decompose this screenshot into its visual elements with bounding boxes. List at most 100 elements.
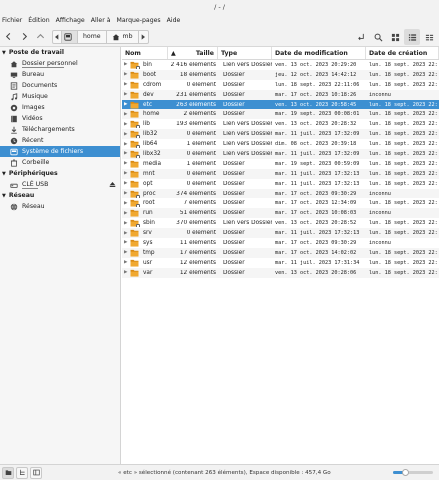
sidebar-item-recent[interactable]: Récent [0, 135, 120, 146]
breadcrumb-user[interactable]: mb [106, 29, 139, 44]
sidebar-item-music[interactable]: Musique [0, 91, 120, 102]
file-name-cell: ▶ etc [122, 101, 168, 109]
table-row[interactable]: ▶ media 1 élément Dossier mar. 19 sept. 2023… [122, 159, 439, 169]
table-row[interactable]: ▶ boot 18 éléments Dossier jeu. 12 oct. 2023… [122, 69, 439, 80]
sidebar-item-videos[interactable]: Vidéos [0, 113, 120, 124]
compact-view-button[interactable] [421, 29, 437, 45]
table-row[interactable]: ▶ root 7 éléments Dossier mar. 17 oct. 2023 … [122, 198, 439, 208]
sidebar-item-network[interactable]: Réseau [0, 201, 120, 212]
eject-icon[interactable] [109, 181, 116, 190]
table-row[interactable]: ▶ run 51 éléments Dossier mar. 17 oct. 2023 … [122, 208, 439, 219]
list-view-button[interactable] [404, 29, 420, 45]
zoom-slider-handle[interactable] [401, 469, 409, 476]
table-row[interactable]: ▶ sbin 370 éléments Lien vers Dossier ven. 1… [122, 218, 439, 228]
up-button[interactable] [32, 29, 48, 45]
folder-icon [130, 170, 139, 178]
file-name-cell: ▶ var [122, 269, 168, 277]
sidebar-item-label: CLÉ USB [22, 181, 49, 188]
table-row[interactable]: ▶ proc 374 éléments Dossier mar. 17 oct. 202… [122, 188, 439, 199]
sidebar-item-pictures[interactable]: Images [0, 102, 120, 113]
hide-sidebar-button[interactable] [30, 466, 42, 479]
file-type: Dossier [223, 111, 245, 118]
sidebar-section-computer[interactable]: ▼ Poste de travail [0, 47, 120, 58]
breadcrumb-home-label: home [83, 33, 101, 40]
table-row[interactable]: ▶ sys 11 éléments Dossier mar. 17 oct. 2023 … [122, 238, 439, 248]
table-row[interactable]: ▶ lib 193 éléments Lien vers Dossier ven. 13… [122, 119, 439, 129]
icon-view-button[interactable] [387, 29, 403, 45]
breadcrumb-home[interactable]: home [78, 29, 107, 44]
file-created: lun. 18 sept. 2023 22: [369, 180, 438, 187]
table-row[interactable]: ▶ srv 0 élément Dossier mar. 11 juil. 2023 1… [122, 228, 439, 239]
table-row[interactable]: ▶ home 2 éléments Dossier mar. 19 sept. 2023… [122, 109, 439, 120]
menu-marque-pages[interactable]: Marque-pages [117, 17, 161, 24]
column-size[interactable]: ▲ Taille [168, 47, 218, 59]
breadcrumb-scroll-right[interactable] [138, 29, 149, 44]
sidebar-item-trash[interactable]: Corbeille [0, 157, 120, 168]
zoom-slider[interactable] [393, 469, 433, 476]
column-name[interactable]: Nom [122, 47, 168, 59]
folder-icon [130, 209, 139, 217]
breadcrumb-scroll-left[interactable] [52, 29, 62, 44]
file-name: dev [143, 91, 154, 98]
file-name: var [143, 269, 153, 276]
file-size: 0 élément [186, 170, 216, 177]
sidebar-item-usb[interactable]: CLÉ USB [0, 179, 120, 190]
column-modified[interactable]: Date de modification [272, 47, 366, 59]
file-type: Dossier [223, 259, 245, 266]
file-type: Dossier [223, 180, 245, 187]
file-type: Lien vers Dossier [223, 150, 272, 157]
sidebar-section-devices[interactable]: ▼ Périphériques [0, 168, 120, 179]
file-name-cell: ▶ media [122, 160, 168, 168]
search-button[interactable] [370, 29, 386, 45]
menu-fichier[interactable]: Fichier [2, 17, 22, 24]
table-row[interactable]: ▶ lib32 0 élément Lien vers Dossier mar. 11 … [122, 129, 439, 140]
file-created: lun. 18 sept. 2023 22: [369, 160, 438, 167]
table-row[interactable]: ▶ tmp 17 éléments Dossier mar. 17 oct. 2023 … [122, 247, 439, 258]
list-icon [408, 33, 416, 41]
table-row[interactable]: ▶ lib64 1 élément Lien vers Dossier dim. 08 … [122, 139, 439, 149]
sidebar-item-home[interactable]: Dossier personnel [0, 58, 120, 69]
table-row[interactable]: ▶ usr 12 éléments Dossier mar. 11 juil. 2023… [122, 258, 439, 268]
file-type: Dossier [223, 249, 245, 256]
file-name: run [143, 210, 153, 217]
folder-icon [130, 239, 139, 247]
forward-button[interactable] [16, 29, 32, 45]
table-row[interactable]: ▶ etc 263 éléments Dossier ven. 13 oct. 2023… [122, 99, 439, 110]
file-type: Lien vers Dossier [223, 61, 272, 68]
table-row[interactable]: ▶ dev 231 éléments Dossier mar. 17 oct. 2023… [122, 89, 439, 100]
column-created[interactable]: Date de création [366, 47, 439, 59]
column-type[interactable]: Type [218, 47, 272, 59]
show-places-button[interactable] [2, 466, 14, 479]
recent-icon [9, 136, 18, 145]
table-row[interactable]: ▶ libx32 0 élément Lien vers Dossier mar. 11… [122, 149, 439, 159]
breadcrumb-root[interactable] [62, 29, 78, 44]
documents-icon [9, 81, 18, 90]
menu-edition[interactable]: Édition [28, 17, 49, 24]
toggle-location-button[interactable] [353, 29, 369, 45]
file-name-cell: ▶ tmp [122, 249, 168, 257]
menu-affichage[interactable]: Affichage [56, 17, 85, 24]
sidebar-section-network[interactable]: ▼ Réseau [0, 190, 120, 201]
show-tree-button[interactable] [16, 466, 28, 479]
file-modified: mar. 17 oct. 2023 10:18:26 [275, 91, 357, 98]
sidebar-item-desktop[interactable]: Bureau [0, 69, 120, 80]
compact-list-icon [425, 34, 433, 40]
table-row[interactable]: ▶ cdrom 0 élément Dossier lun. 18 sept. 2023… [122, 80, 439, 90]
sidebar-item-documents[interactable]: Documents [0, 80, 120, 91]
symlink-badge-icon [136, 145, 140, 149]
menu-aller-a[interactable]: Aller à [91, 17, 111, 24]
file-created: inconnu [369, 210, 391, 217]
menu-aide[interactable]: Aide [167, 17, 181, 24]
file-type: Dossier [223, 81, 245, 88]
table-row[interactable]: ▶ mnt 0 élément Dossier mar. 11 juil. 2023 1… [122, 168, 439, 179]
sidebar-item-filesystem[interactable]: Système de fichiers [0, 146, 120, 157]
back-button[interactable] [0, 29, 16, 45]
sidebar-item-downloads[interactable]: Téléchargements [0, 124, 120, 135]
table-row[interactable]: ▶ var 12 éléments Dossier ven. 13 oct. 2023 … [122, 267, 439, 278]
folder-icon [130, 259, 139, 267]
table-row[interactable]: ▶ opt 0 élément Dossier mar. 11 juil. 2023 1… [122, 179, 439, 189]
folder-icon [130, 101, 139, 109]
table-row[interactable]: ▶ bin 2 416 éléments Lien vers Dossier ven. … [122, 60, 439, 70]
file-created: lun. 18 sept. 2023 22: [369, 220, 438, 227]
home-icon [112, 33, 120, 41]
